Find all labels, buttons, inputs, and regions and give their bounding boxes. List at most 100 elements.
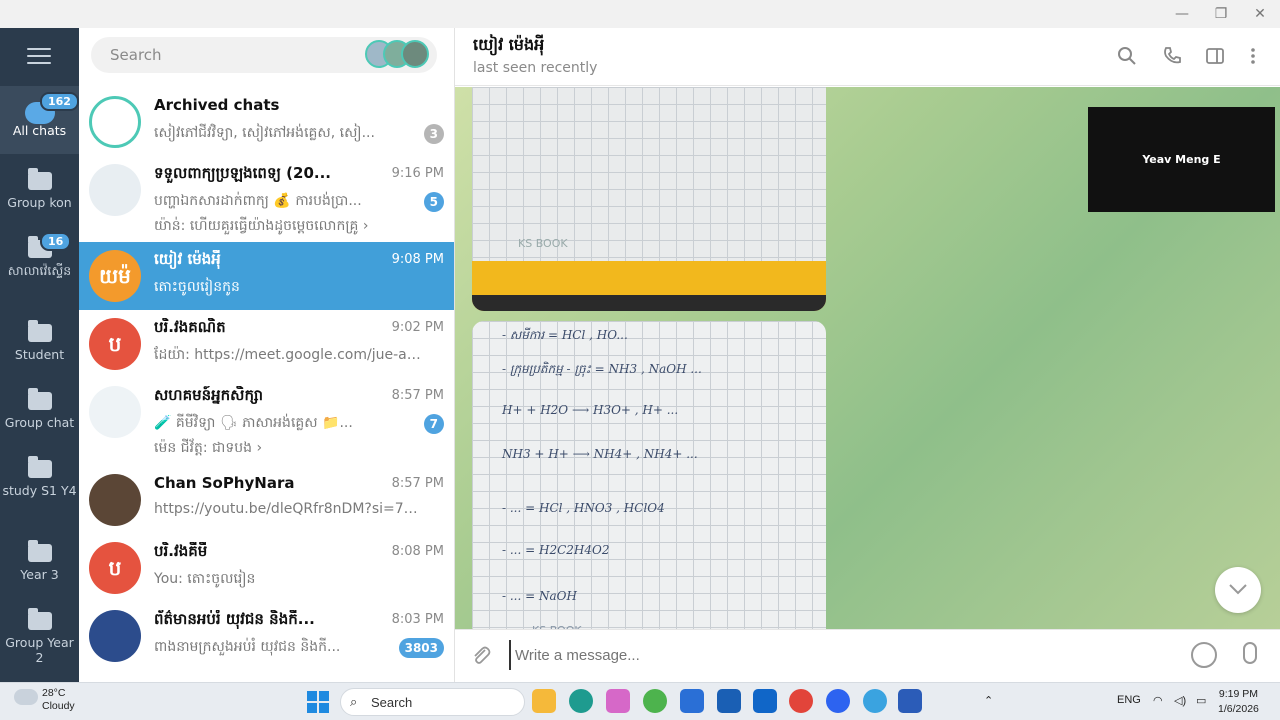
wifi-icon[interactable]: ◠	[1153, 694, 1163, 707]
chat-avatar	[89, 474, 141, 526]
folder-year-3[interactable]: Year 3	[0, 530, 79, 598]
sidebar-toggle-icon[interactable]	[1204, 46, 1226, 68]
chat-avatar	[89, 164, 141, 216]
file-explorer-icon[interactable]	[532, 689, 556, 713]
taskbar-search[interactable]: ⌕ Search	[340, 688, 525, 716]
chat-time: 8:57 PM	[391, 476, 444, 491]
weather-temp: 28°C	[42, 687, 66, 699]
volume-icon[interactable]: ◁)	[1174, 694, 1186, 707]
clock-time: 9:19 PM	[1218, 688, 1258, 700]
folder-all-chats[interactable]: 162 All chats	[0, 86, 79, 154]
chat-list-item[interactable]: យម៉ យៀវ ម៉េងអុី 9:08 PM តោះចូលរៀនកូន	[79, 242, 454, 310]
mouse-cursor	[834, 660, 840, 674]
chat-preview: បញ្ហាឯកសារដាក់ពាក្យ 💰 ការបង់ប្រា...	[154, 193, 362, 209]
folder-group-chat[interactable]: Group chat	[0, 378, 79, 446]
word-icon[interactable]	[898, 689, 922, 713]
zoom-icon[interactable]	[826, 689, 850, 713]
photo-message[interactable]: - សមីការ = HCl , HO... - ក្រុមប្រតិកម្ម -…	[472, 321, 826, 629]
chat-list-item[interactable]: ប បរិ.វងគីមី 8:08 PM You: តោះចូលរៀន	[79, 534, 454, 602]
message-history[interactable]: KS BOOK - សមីការ = HCl , HO... - ក្រុមប្រ…	[455, 87, 1280, 629]
taskbar-clock[interactable]: 9:19 PM 1/6/2026	[1218, 687, 1259, 717]
folder-group-year-2[interactable]: Group Year 2	[0, 598, 79, 666]
folder-group-kon[interactable]: Group kon	[0, 158, 79, 226]
window-titlebar: — ❐ ✕	[0, 0, 1280, 28]
chat-preview: ពាងនាមក្រសួងអប់រំ យុវជន និងកី...	[154, 639, 341, 655]
search-icon: ⌕	[350, 694, 358, 709]
close-button[interactable]: ✕	[1240, 0, 1280, 28]
chat-list-item[interactable]: Archived chats សៀវភៅជីវវិទ្យា, សៀវភៅអង់គ្…	[79, 88, 454, 156]
chat-name: សហគមន៍អ្នកសិក្សា	[154, 386, 263, 404]
paperclip-icon[interactable]	[469, 644, 493, 668]
search-input[interactable]: Search	[91, 37, 437, 73]
video-call-tile[interactable]: Yeav Meng E	[1088, 107, 1275, 212]
scroll-down-button[interactable]	[1215, 567, 1261, 613]
chat-name: ព័ត៌មានអប់រំ យុវជន និងកី...	[154, 610, 315, 628]
more-options-icon[interactable]	[1242, 46, 1264, 68]
chat-preview: សៀវភៅជីវវិទ្យា, សៀវភៅអង់គ្លេស, សៀ...	[154, 125, 375, 141]
photo-message[interactable]: KS BOOK	[472, 87, 826, 311]
chat-preview: 🧪 គីមីវិទ្យា 🗣 ភាសាអង់គ្លេស 📁...	[154, 415, 353, 431]
chat-time: 9:02 PM	[391, 320, 444, 335]
conversation-title[interactable]: យៀវ ម៉េងអុី	[473, 34, 544, 58]
conversation-header: យៀវ ម៉េងអុី last seen recently	[455, 28, 1280, 86]
chat-name: ទទួលពាក្យប្រឡងពេទ្យ (20...	[154, 164, 331, 182]
folder-label: Year 3	[20, 567, 59, 582]
battery-icon[interactable]: ▭	[1196, 694, 1206, 707]
store-icon[interactable]	[717, 689, 741, 713]
copilot-icon[interactable]	[606, 689, 630, 713]
conversation-status: last seen recently	[473, 60, 598, 76]
maximize-button[interactable]: ❐	[1201, 0, 1241, 28]
search-icon[interactable]	[1116, 46, 1138, 68]
stories-strip[interactable]	[365, 40, 429, 70]
cloud-icon	[14, 689, 38, 705]
edge-icon[interactable]	[569, 689, 593, 713]
search-placeholder: Search	[110, 46, 162, 64]
app-icon[interactable]	[643, 689, 667, 713]
chat-name: បរិ.វងគណិត	[154, 318, 226, 336]
folder-badge: 16	[40, 232, 72, 251]
hamburger-menu-icon[interactable]	[27, 48, 51, 64]
folder-school[interactable]: 16 សាលាវ៉េស្ទេីន	[0, 226, 79, 294]
folder-badge: 162	[40, 92, 79, 111]
chat-preview: តោះចូលរៀនកូន	[154, 279, 240, 295]
story-avatar[interactable]	[401, 40, 429, 68]
emoji-icon[interactable]	[1191, 642, 1217, 668]
message-composer	[455, 629, 1280, 682]
weather-condition: Cloudy	[42, 700, 75, 712]
chat-avatar: ប	[89, 542, 141, 594]
chat-list-item[interactable]: ទទួលពាក្យប្រឡងពេទ្យ (20... 9:16 PM បញ្ហាឯក…	[79, 156, 454, 242]
chat-list: Search Archived chats សៀវភៅជីវវិទ្យា, សៀវ…	[79, 28, 455, 682]
chat-preview: You: តោះចូលរៀន	[154, 571, 256, 587]
folder-label: All chats	[12, 123, 67, 138]
chat-list-item[interactable]: ប បរិ.វងគណិត 9:02 PM ដែយ៉ា: https://meet.go…	[79, 310, 454, 378]
tray-chevron-icon[interactable]: ⌃	[984, 694, 993, 707]
microphone-icon[interactable]	[1243, 642, 1257, 664]
chat-time: 8:57 PM	[391, 388, 444, 403]
chat-avatar: យម៉	[89, 250, 141, 302]
chrome-icon[interactable]	[789, 689, 813, 713]
taskbar-search-label: Search	[371, 695, 413, 710]
minimize-button[interactable]: —	[1162, 0, 1202, 28]
chat-time: 8:03 PM	[391, 612, 444, 627]
chat-name: Chan SoPhyNara	[154, 474, 295, 492]
app-icon[interactable]	[680, 689, 704, 713]
input-language[interactable]: ENG	[1117, 694, 1141, 706]
chat-list-item[interactable]: ព័ត៌មានអប់រំ យុវជន និងកី... 8:03 PM ពាងនាម…	[79, 602, 454, 670]
folder-label: study S1 Y4	[2, 483, 77, 498]
outlook-icon[interactable]	[753, 689, 777, 713]
phone-icon[interactable]	[1161, 46, 1183, 68]
folder-student[interactable]: Student	[0, 310, 79, 378]
telegram-icon[interactable]	[863, 689, 887, 713]
windows-start-icon[interactable]	[307, 691, 329, 713]
chat-list-item[interactable]: Chan SoPhyNara 8:57 PM https://youtu.be/dl…	[79, 466, 454, 534]
handwritten-line: NH3 + H+ ⟶ NH4+ , NH4+ ...	[502, 447, 698, 461]
chat-preview-sender: យ៉ាន់: ហើយគួរធ្វើយ៉ាងដូចម្តេចលោកគ្រូ ›	[154, 218, 369, 234]
chat-list-item[interactable]: សហគមន៍អ្នកសិក្សា 8:57 PM 🧪 គីមីវិទ្យា 🗣 ភា…	[79, 378, 454, 464]
handwritten-line: - សមីការ = HCl , HO...	[502, 328, 628, 342]
folder-study-s1y4[interactable]: study S1 Y4	[0, 446, 79, 514]
chat-time: 9:16 PM	[391, 166, 444, 181]
folder-icon	[28, 388, 52, 410]
handwritten-line: - ... = NaOH	[502, 589, 577, 603]
folder-icon	[28, 540, 52, 562]
chat-time: 8:08 PM	[391, 544, 444, 559]
